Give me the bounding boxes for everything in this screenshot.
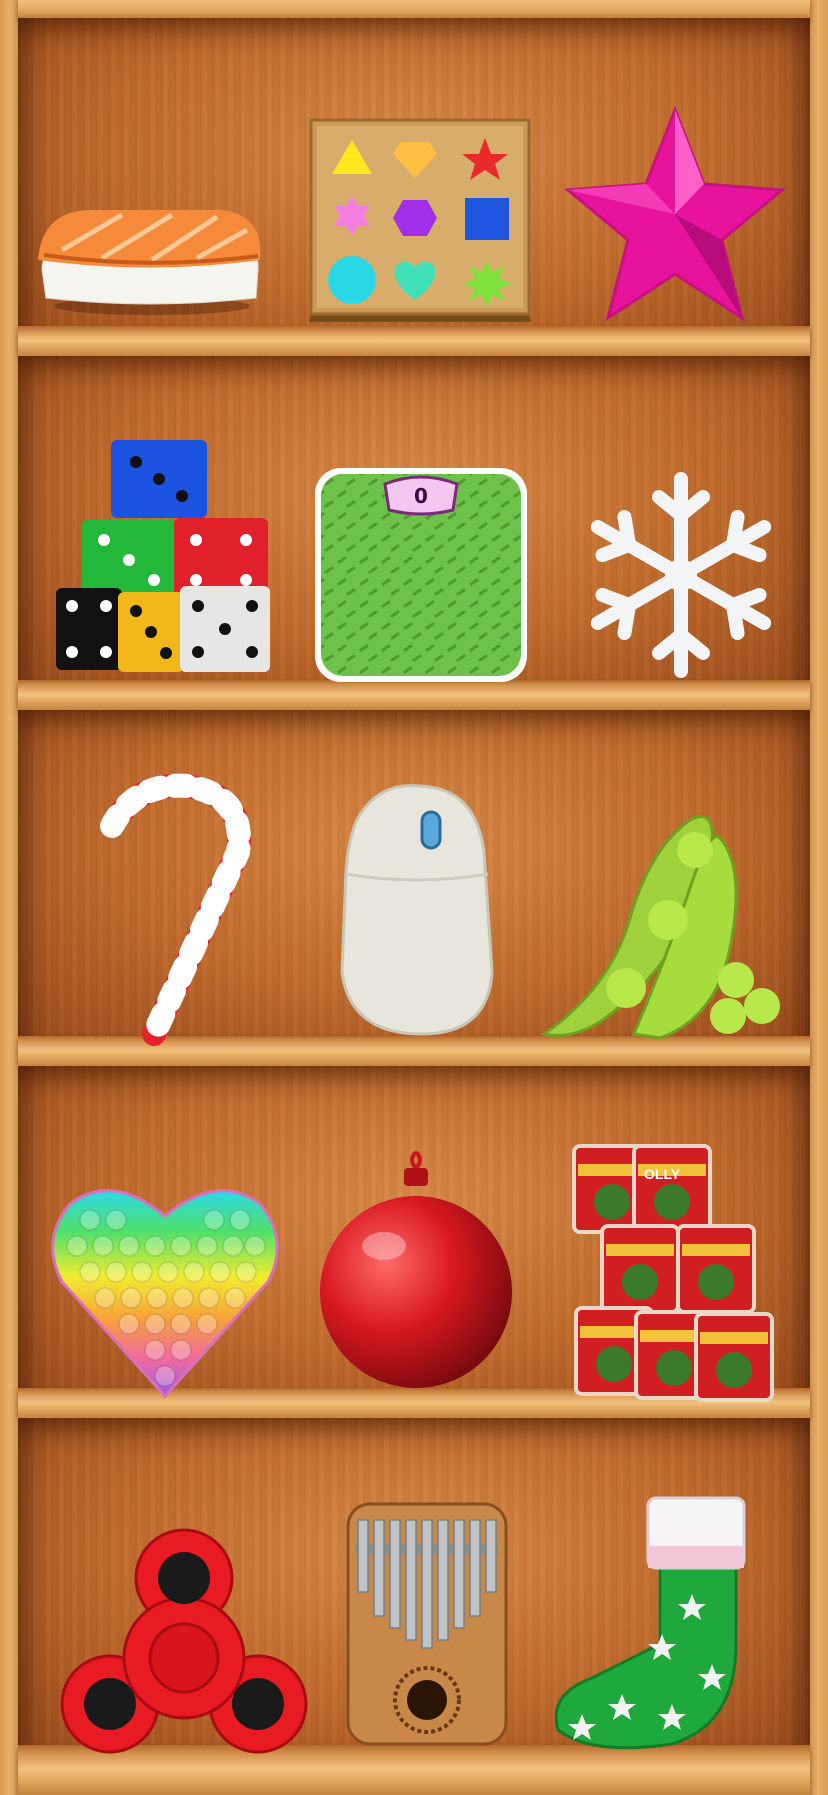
sushi-icon (38, 210, 261, 315)
pink-star-icon (564, 105, 786, 322)
toy-shelf-cabinet: 0 OLLY (0, 0, 828, 1795)
snowflake-toy[interactable] (582, 466, 780, 684)
pink-star-toy[interactable] (562, 104, 788, 334)
dice-stack-toy[interactable] (56, 436, 270, 686)
fidget-spinner-icon (60, 1528, 308, 1754)
christmas-ornament-icon (320, 1150, 512, 1388)
tin-can-pyramid-icon (572, 1144, 774, 1402)
christmas-ornament-toy[interactable] (318, 1146, 514, 1396)
edamame-toy[interactable] (540, 808, 786, 1044)
sushi-toy[interactable] (32, 70, 262, 320)
can-label: OLLY (644, 1166, 681, 1182)
christmas-stocking-toy[interactable] (552, 1494, 774, 1756)
edamame-icon (540, 815, 780, 1040)
computer-mouse-toy[interactable] (336, 782, 498, 1038)
snowflake-icon (582, 472, 780, 684)
computer-mouse-icon (340, 784, 494, 1036)
tin-can-pyramid-toy[interactable]: OLLY (572, 1144, 780, 1402)
fidget-spinner-toy[interactable] (60, 1528, 308, 1760)
christmas-stocking-icon (554, 1496, 746, 1750)
candy-cane-icon (100, 773, 251, 1046)
shape-sorter-toy[interactable] (305, 100, 535, 330)
kalimba-icon (346, 1502, 508, 1746)
candy-cane-toy[interactable] (96, 773, 256, 1046)
scale-readout: 0 (414, 484, 428, 508)
kalimba-toy[interactable] (344, 1500, 510, 1748)
cabinet-top-board (18, 0, 810, 20)
bathroom-scale-toy[interactable]: 0 (313, 466, 529, 684)
dice-stack-icon (56, 440, 270, 672)
pop-it-heart-toy[interactable] (50, 1180, 280, 1400)
shape-sorter-icon (309, 118, 531, 322)
pop-it-heart-icon (51, 1189, 279, 1399)
